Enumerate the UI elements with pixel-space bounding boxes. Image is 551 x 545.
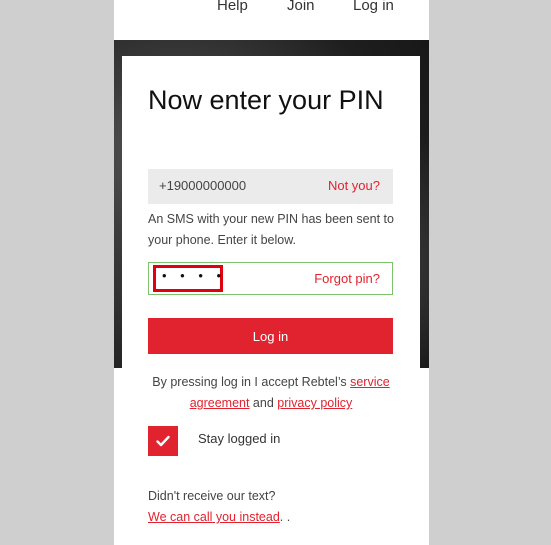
login-card: Now enter your PIN +19000000000 Not you?… bbox=[122, 56, 420, 545]
call-instead-link[interactable]: We can call you instead bbox=[148, 510, 280, 524]
sms-sent-message: An SMS with your new PIN has been sent t… bbox=[148, 212, 394, 247]
phone-number-field: +19000000000 Not you? bbox=[148, 169, 393, 204]
stay-logged-in-checkbox[interactable] bbox=[148, 426, 178, 456]
not-you-link[interactable]: Not you? bbox=[328, 178, 380, 193]
forgot-pin-link[interactable]: Forgot pin? bbox=[314, 271, 380, 286]
pin-input[interactable]: • • • • Forgot pin? bbox=[148, 262, 393, 295]
nav-help-link[interactable]: Help bbox=[217, 0, 248, 14]
terms-prefix: By pressing log in I accept Rebtel’s bbox=[152, 375, 351, 389]
nav-join-link[interactable]: Join bbox=[287, 0, 315, 14]
terms-and: and bbox=[249, 396, 278, 410]
terms-text: By pressing log in I accept Rebtel’s ser… bbox=[142, 372, 400, 414]
stay-logged-in-label[interactable]: Stay logged in bbox=[198, 431, 280, 446]
privacy-policy-link[interactable]: privacy policy bbox=[277, 396, 352, 410]
pin-masked-value[interactable]: • • • • bbox=[162, 268, 226, 283]
page-title: Now enter your PIN bbox=[148, 85, 384, 115]
call-instead-text: Didn't receive our text? We can call you… bbox=[148, 486, 398, 528]
phone-viewport: Help Join Log in Now enter your PIN +190… bbox=[114, 0, 429, 545]
login-button[interactable]: Log in bbox=[148, 318, 393, 354]
didnt-receive-text: Didn't receive our text? bbox=[148, 489, 276, 503]
top-nav: Help Join Log in bbox=[114, 0, 429, 40]
nav-login-link[interactable]: Log in bbox=[353, 0, 394, 14]
phone-number-value: +19000000000 bbox=[159, 178, 247, 193]
call-suffix: . . bbox=[279, 510, 291, 524]
checkmark-icon bbox=[156, 435, 170, 447]
